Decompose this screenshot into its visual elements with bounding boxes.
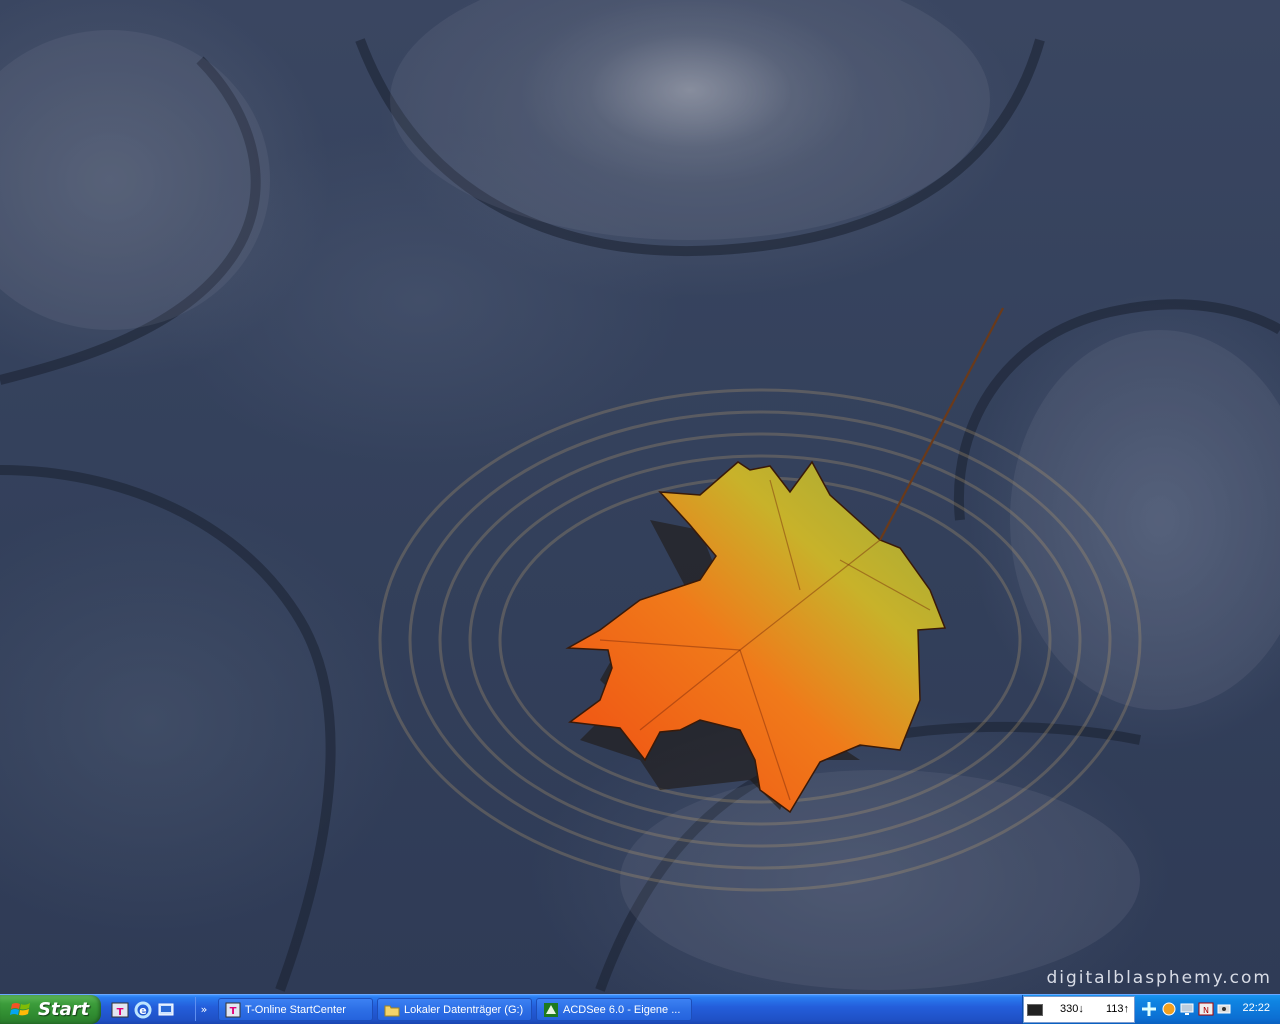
wallpaper-art xyxy=(0,0,1280,992)
start-button[interactable]: Start xyxy=(0,995,101,1024)
task-label: Lokaler Datenträger (G:) xyxy=(404,1003,524,1016)
meter-graph-icon xyxy=(1027,1004,1043,1016)
quick-launch-bar: T e xyxy=(110,998,176,1022)
svg-text:e: e xyxy=(139,1004,146,1017)
upload-rate: 113↑ xyxy=(1106,1003,1130,1015)
network-traffic-meter[interactable]: 330↓ 113↑ xyxy=(1023,996,1135,1023)
watermark-text: digitalblasphemy.com xyxy=(1046,968,1272,988)
connection-icon[interactable] xyxy=(1216,1001,1232,1017)
show-desktop-icon[interactable] xyxy=(156,1000,176,1020)
task-label: T-Online StartCenter xyxy=(245,1003,346,1016)
t-online-icon: T xyxy=(225,1002,241,1017)
network-icon[interactable] xyxy=(1141,1001,1157,1017)
svg-text:N: N xyxy=(1203,1006,1209,1015)
task-label: ACDSee 6.0 - Eigene ... xyxy=(563,1003,681,1016)
quick-launch-more-button[interactable]: » xyxy=(195,997,212,1021)
taskbar: Start T e » T T-Online StartCenter Lokal… xyxy=(0,994,1280,1024)
svg-text:T: T xyxy=(117,1007,124,1018)
desktop-wallpaper: digitalblasphemy.com xyxy=(0,0,1280,994)
antivirus-icon[interactable]: N xyxy=(1198,1001,1214,1017)
start-label: Start xyxy=(38,999,90,1020)
clock[interactable]: 22:22 xyxy=(1242,1002,1270,1014)
task-button-t-online[interactable]: T T-Online StartCenter xyxy=(218,998,373,1021)
task-button-acdsee[interactable]: ACDSee 6.0 - Eigene ... xyxy=(536,998,692,1021)
svg-text:T: T xyxy=(230,1006,237,1017)
system-tray: 330↓ 113↑ N 22:22 xyxy=(1022,995,1280,1024)
acdsee-icon xyxy=(544,1002,558,1017)
windows-logo-icon xyxy=(10,1002,30,1015)
t-online-icon[interactable]: T xyxy=(110,1000,130,1020)
leaf-stem xyxy=(879,307,1004,541)
monitor-icon[interactable] xyxy=(1179,1001,1195,1017)
security-icon[interactable] xyxy=(1161,1001,1177,1017)
internet-explorer-icon[interactable]: e xyxy=(133,1000,153,1020)
folder-icon xyxy=(384,1005,400,1016)
download-rate: 330↓ xyxy=(1060,1003,1084,1015)
task-button-lokaler-datentraeger[interactable]: Lokaler Datenträger (G:) xyxy=(377,998,532,1021)
